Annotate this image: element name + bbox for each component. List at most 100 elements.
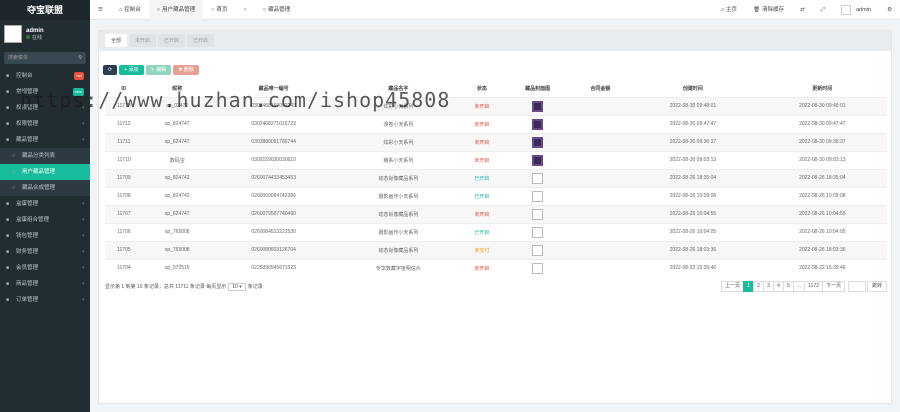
cell-name: 摄影画作小天系列 [335,186,462,205]
column-header[interactable]: 合同金额 [573,81,629,97]
sidebar-subitem-2[interactable]: ○ 藏品合成管理 [0,180,90,196]
thumbnail-image[interactable] [532,172,544,184]
thumbnail-image[interactable] [532,118,544,130]
sidebar-item-1[interactable]: ■ 常规管理 new [0,84,90,100]
chevron-left-icon: ‹ [82,217,84,223]
column-header[interactable]: 创建时间 [628,81,757,97]
jump-page-input[interactable] [847,281,866,292]
table-row[interactable]: 11704 sp_972515 0225396545671323 专享数藏宇宙明信片未… [105,258,887,277]
menu-icon: ■ [6,233,10,239]
column-header[interactable]: 状态 [461,81,503,97]
prev-page-button[interactable]: 上一页 [721,281,745,292]
sidebar-item-0[interactable]: ■ 控制台 hot [0,68,90,84]
thumbnail-image[interactable] [532,154,544,166]
sidebar-item2-label: 钱包管理 [16,233,39,239]
refresh-icon: ⟳ [108,67,113,73]
tab-not-open[interactable]: 未开启 [129,34,157,47]
chevron-left-icon: ‹ [82,105,84,111]
sidebar-item2-0[interactable]: ■ 盒蛋管理 ‹ [0,196,90,212]
thumbnail-image[interactable] [532,100,544,112]
edit-button[interactable]: ✎ 编辑 [145,65,172,75]
thumbnail-image[interactable] [532,226,544,238]
table-row[interactable]: 11705 sp_765008 0260080603126704 动态肖像藏品系列 未支… [105,240,887,259]
cell-thumb [502,240,573,259]
thumbnail-image[interactable] [532,262,544,274]
sidebar-item-label: 常规管理 [16,89,39,95]
thumbnail-image[interactable] [532,244,544,256]
sidebar-item2-5[interactable]: ■ 商品管理 ‹ [0,276,90,292]
table-row[interactable]: 11713 sp_02472 0302468169002243 炫彩小天系列 未开启 20… [105,96,887,115]
sidebar-toggle-icon[interactable]: ☰ [90,0,111,20]
table-row[interactable]: 11711 sp_824747 0303880091786744 炫彩小天系列 未开启 2… [105,132,887,151]
sidebar-item2-4[interactable]: ■ 会员管理 ‹ [0,260,90,276]
add-button[interactable]: + 添加 [119,65,144,75]
app-logo[interactable]: 夺宝联盟 [0,0,90,20]
sidebar-subitem-label: 藏品合成管理 [22,185,56,191]
cell-name: 专享数藏宇宙明信片 [335,258,462,277]
fullscreen-icon[interactable]: ⤢ [813,0,833,20]
tab-blank[interactable]: ○ [235,0,254,20]
tab-opened[interactable]: 已开启 [158,34,186,47]
sidebar-item2-1[interactable]: ■ 盒蛋组合管理 ‹ [0,212,90,228]
chevron-left-icon: ‹ [82,297,84,303]
cell-name: 动态肖像藏品系列 [335,240,462,259]
tab-collection-label: 藏品管理 [268,6,291,13]
sidebar-item2-6[interactable]: ■ 订单管理 ‹ [0,292,90,308]
cell-thumb [502,150,573,169]
table-row[interactable]: 11706 sp_765008 0260084513222530 摄影画作小天系列 已开… [105,222,887,241]
table-row[interactable]: 11709 sp_824742 0260074433453453 动态肖像藏品系列 已开… [105,168,887,187]
clear-cache-button[interactable]: 🗑 清除缓存 [745,0,792,20]
cell-amount [572,150,629,169]
per-page-select[interactable]: 10 ▾ [228,282,246,291]
tab-dashboard-label: 控制台 [124,6,141,13]
column-header[interactable]: 昵称 [143,81,212,97]
refresh-button[interactable]: ⟳ [103,65,118,75]
sidebar-item2-3[interactable]: ■ 财务管理 ‹ [0,244,90,260]
cell-code: 0309159030030610 [211,150,336,169]
column-header[interactable]: 更新时间 [758,81,887,97]
cell-code: 0260084513222530 [211,222,336,241]
sidebar-subitem-1[interactable]: ○ 用户藏品管理 [0,164,90,180]
settings-icon[interactable]: ⚙ [879,0,900,20]
tab-user-collection[interactable]: ○ 用户藏品管理 [148,0,204,20]
thumbnail-image[interactable] [532,208,544,220]
tab-all[interactable]: 全部 [105,34,128,47]
sidebar-item2-label: 订单管理 [16,297,39,303]
tab-opened-2[interactable]: 已开启 [187,34,215,47]
search-icon[interactable]: ⚲ [78,52,82,64]
column-header[interactable]: ID [105,81,143,97]
sidebar-item-3[interactable]: ■ 权限管理 ‹ [0,116,90,132]
cell-id: 11707 [105,204,143,223]
thumbnail-image[interactable] [532,190,544,202]
menu-search-input[interactable]: 搜索菜单 ⚲ [4,52,86,64]
tab-dashboard[interactable]: ⌂ 控制台 [111,0,149,20]
sidebar-item2-2[interactable]: ■ 钱包管理 ‹ [0,228,90,244]
translate-icon[interactable]: ⇄ [792,0,813,20]
page-button-last[interactable]: 1172 [804,281,823,292]
cell-nick: 数码宝 [142,150,212,169]
admin-menu[interactable]: admin [833,0,879,20]
tab-collection[interactable]: ○ 藏品管理 [255,0,298,20]
column-header[interactable]: 藏品封面图 [503,81,573,97]
sidebar-item-4[interactable]: ■ 藏品管理 ‹ [0,132,90,148]
thumbnail-image[interactable] [532,136,544,148]
table-row[interactable]: 11707 sp_824747 0260079567740490 动态肖像藏品系列 未开… [105,204,887,223]
delete-button[interactable]: ✖ 删除 [173,65,199,75]
pagination-suffix: 条记录 [247,284,263,290]
column-header[interactable]: 藏品唯一编号 [212,81,336,97]
next-page-button[interactable]: 下一页 [821,281,845,292]
tab-home[interactable]: ○ 首页 [203,0,235,20]
cell-amount [572,114,629,133]
table-row[interactable]: 11708 sp_824742 0260009064742386 摄影画作小天系列 已开… [105,186,887,205]
tab-user-collection-label: 用户藏品管理 [162,6,196,13]
plus-icon: + [124,67,128,73]
jump-button[interactable]: 跳转 [866,281,887,292]
sidebar-subitem-0[interactable]: ○ 藏品分类列表 [0,148,90,164]
home-link[interactable]: ⌂ 主页 [713,0,745,20]
sidebar-item-2[interactable]: ■ 权限管理 ‹ [0,100,90,116]
table-row[interactable]: 11710 数码宝 0309159030030610 萌系小天系列 未开启 2022-08… [105,150,887,169]
column-header[interactable]: 藏品名字 [336,81,461,97]
table-row[interactable]: 11712 sp_824747 0302468271016723 漫卷小天系列 未开启 2… [105,114,887,133]
cell-code: 0225396545671323 [211,258,336,277]
menu-icon: ■ [6,73,10,79]
